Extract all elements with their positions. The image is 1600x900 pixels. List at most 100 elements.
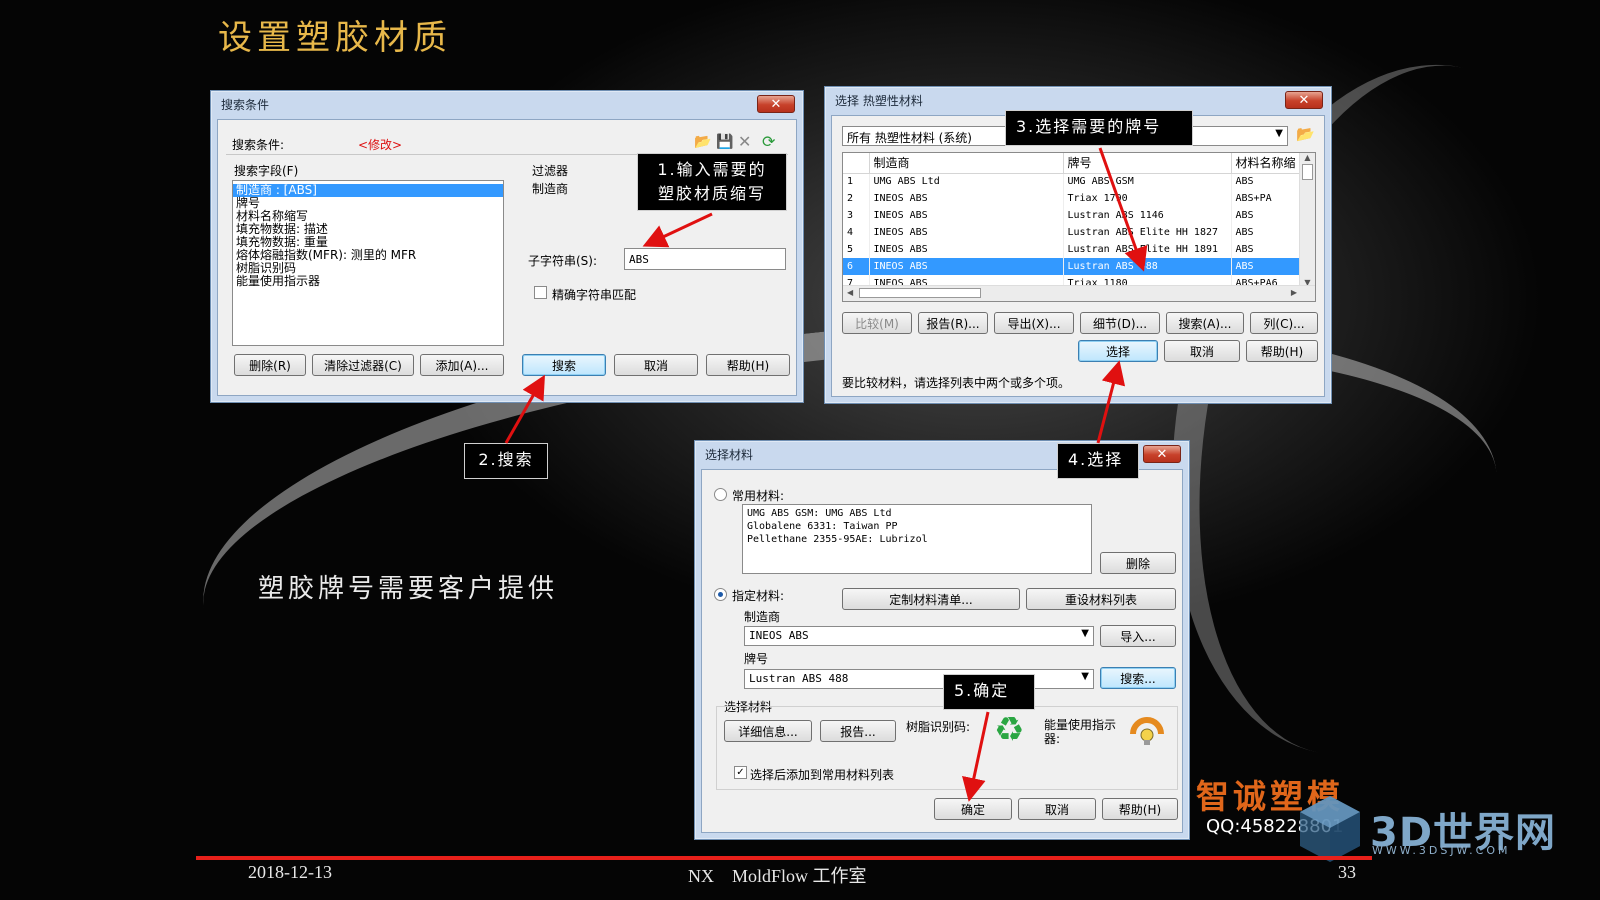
table-cell: 4 — [843, 224, 870, 241]
table-cell: UMG ABS Ltd — [869, 173, 1064, 190]
substring-input[interactable]: ABS — [624, 248, 786, 270]
table-row[interactable]: 6 INEOS ABS Lustran ABS 488 ABS — [843, 258, 1302, 275]
add-to-common-checkbox[interactable]: ✓ — [734, 766, 747, 779]
recycle-icon: ♻ — [994, 710, 1025, 750]
details-button[interactable]: 详细信息... — [724, 720, 812, 742]
energy-indicator-icon — [1130, 714, 1164, 748]
common-material-list[interactable]: UMG ABS GSM: UMG ABS Ltd Globalene 6331:… — [742, 504, 1092, 574]
custom-material-list-button[interactable]: 定制材料清单... — [842, 588, 1020, 610]
ok-button[interactable]: 确定 — [934, 798, 1012, 820]
table-cell: INEOS ABS — [869, 190, 1064, 207]
vertical-scrollbar[interactable]: ▲ ▼ — [1299, 153, 1315, 287]
table-cell: 5 — [843, 241, 870, 258]
select-button[interactable]: 选择 — [1078, 340, 1158, 362]
delete-icon[interactable]: ✕ — [738, 132, 751, 151]
search-button[interactable]: 搜索... — [1100, 667, 1176, 689]
search-button[interactable]: 搜索(A)... — [1166, 312, 1244, 334]
columns-button[interactable]: 列(C)... — [1250, 312, 1318, 334]
criteria-label: 搜索条件: — [232, 138, 285, 152]
reset-material-list-button[interactable]: 重设材料列表 — [1026, 588, 1176, 610]
chevron-down-icon: ▼ — [1275, 128, 1283, 139]
close-button[interactable]: ✕ — [1285, 91, 1323, 109]
table-row[interactable]: 4 INEOS ABS Lustran ABS Elite HH 1827 ABS — [843, 224, 1302, 241]
cancel-button[interactable]: 取消 — [614, 354, 698, 376]
table-cell: Lustran ABS Elite HH 1891 — [1063, 241, 1232, 258]
table-cell: 2 — [843, 190, 870, 207]
search-fields-list[interactable]: 制造商 : [ABS] 牌号 材料名称缩写 填充物数据: 描述 填充物数据: 重… — [232, 180, 504, 346]
table-cell: INEOS ABS — [869, 224, 1064, 241]
callout-step4: 4.选择 — [1057, 443, 1139, 479]
close-button[interactable]: ✕ — [757, 95, 795, 113]
table-cell: INEOS ABS — [869, 258, 1064, 275]
search-button[interactable]: 搜索 — [522, 354, 606, 376]
column-header[interactable] — [843, 153, 870, 174]
list-item[interactable]: 制造商 : [ABS] — [233, 184, 503, 197]
resin-code-label: 树脂识别码: — [906, 720, 971, 734]
close-button[interactable]: ✕ — [1143, 445, 1181, 463]
help-button[interactable]: 帮助(H) — [706, 354, 790, 376]
table-cell: ABS — [1231, 173, 1302, 190]
search-fields-label: 搜索字段(F) — [234, 164, 299, 178]
watermark-cube-icon — [1296, 792, 1364, 864]
chevron-down-icon: ▼ — [1081, 628, 1089, 639]
report-button[interactable]: 报告(R)... — [918, 312, 988, 334]
refresh-icon[interactable]: ⟳ — [762, 132, 775, 151]
help-button[interactable]: 帮助(H) — [1102, 798, 1178, 820]
add-button[interactable]: 添加(A)... — [420, 354, 504, 376]
open-folder-icon[interactable]: 📂 — [694, 134, 711, 150]
report-button[interactable]: 报告... — [820, 720, 896, 742]
open-folder-icon[interactable]: 📂 — [1296, 125, 1315, 143]
scroll-thumb[interactable] — [859, 288, 981, 298]
column-header[interactable]: 牌号 — [1063, 153, 1232, 174]
callout-step5: 5.确定 — [943, 674, 1035, 710]
scroll-up-icon[interactable]: ▲ — [1300, 153, 1315, 162]
dialog-title: 选择 热塑性材料 — [835, 93, 923, 108]
scroll-thumb[interactable] — [1302, 164, 1313, 180]
scroll-right-icon[interactable]: ▶ — [1291, 288, 1297, 297]
callout-step1-line1: 1.输入需要的 — [657, 160, 767, 179]
column-header[interactable]: 制造商 — [869, 153, 1064, 174]
table-row[interactable]: 3 INEOS ABS Lustran ABS 1146 ABS — [843, 207, 1302, 224]
dialog-title: 选择材料 — [705, 447, 754, 462]
scroll-left-icon[interactable]: ◀ — [847, 288, 853, 297]
column-header[interactable]: 材料名称缩 — [1231, 153, 1302, 174]
table-row[interactable]: 1 UMG ABS Ltd UMG ABS GSM ABS — [843, 173, 1302, 190]
clear-filter-button[interactable]: 清除过滤器(C) — [312, 354, 414, 376]
help-button[interactable]: 帮助(H) — [1246, 340, 1318, 362]
footer-center: NX MoldFlow 工作室 — [688, 866, 867, 886]
common-material-radio[interactable] — [714, 488, 727, 501]
export-button[interactable]: 导出(X)... — [994, 312, 1074, 334]
material-source-value: 所有 热塑性材料 (系统) — [847, 131, 972, 145]
import-button[interactable]: 导入... — [1100, 625, 1176, 647]
table-cell: UMG ABS GSM — [1063, 173, 1232, 190]
grade-label: 牌号 — [744, 652, 769, 666]
table-cell: ABS — [1231, 224, 1302, 241]
details-button[interactable]: 细节(D)... — [1080, 312, 1160, 334]
save-icon[interactable]: 💾 — [716, 134, 733, 150]
list-item[interactable]: UMG ABS GSM: UMG ABS Ltd — [747, 507, 1087, 520]
search-criteria-dialog: 搜索条件 ✕ 搜索条件: <修改> 📂 💾 ✕ ⟳ 搜索字段(F) 制造商 : … — [210, 90, 804, 403]
manufacturer-select[interactable]: INEOS ABS ▼ — [744, 626, 1094, 646]
list-item[interactable]: 能量使用指示器 — [233, 275, 503, 288]
cancel-button[interactable]: 取消 — [1164, 340, 1240, 362]
table-row[interactable]: 2 INEOS ABS Triax 1790 ABS+PA — [843, 190, 1302, 207]
dialog-titlebar: 搜索条件 ✕ — [211, 91, 803, 117]
table-row[interactable]: 5 INEOS ABS Lustran ABS Elite HH 1891 ABS — [843, 241, 1302, 258]
cancel-button[interactable]: 取消 — [1018, 798, 1096, 820]
footer-date: 2018-12-13 — [248, 862, 332, 882]
delete-button[interactable]: 删除 — [1100, 552, 1176, 574]
callout-step1-line2: 塑胶材质缩写 — [657, 184, 766, 203]
list-item[interactable]: Globalene 6331: Taiwan PP — [747, 520, 1087, 533]
table-cell: INEOS ABS — [869, 207, 1064, 224]
delete-button[interactable]: 删除(R) — [234, 354, 306, 376]
specified-material-radio[interactable] — [714, 588, 727, 601]
compare-button[interactable]: 比较(M) — [842, 312, 912, 334]
grade-select[interactable]: Lustran ABS 488 ▼ — [744, 669, 1094, 689]
horizontal-scrollbar[interactable]: ◀ ▶ — [843, 285, 1315, 301]
slide-title: 设置塑胶材质 — [218, 18, 452, 58]
exact-match-checkbox[interactable] — [534, 286, 547, 299]
table-cell: ABS — [1231, 258, 1302, 275]
note-text: 塑胶牌号需要客户提供 — [258, 574, 559, 604]
table-header: 制造商 牌号 材料名称缩 — [843, 153, 1302, 174]
list-item[interactable]: Pellethane 2355-95AE: Lubrizol — [747, 533, 1087, 546]
